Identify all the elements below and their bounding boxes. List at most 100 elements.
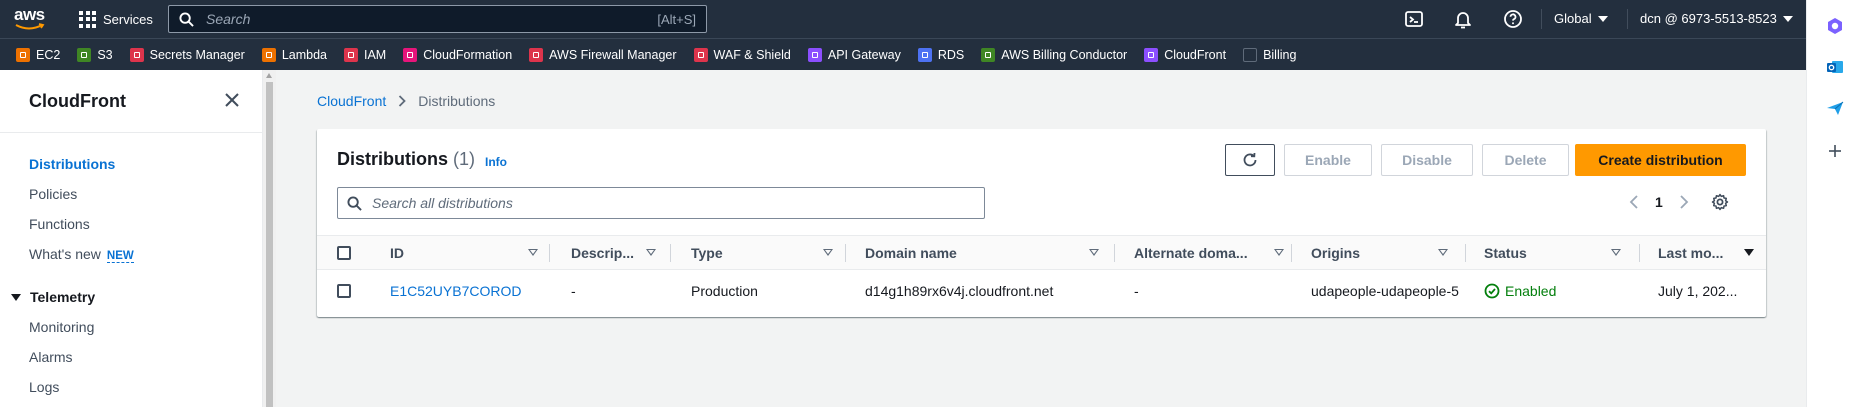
region-selector[interactable]: Global xyxy=(1554,11,1608,26)
column-resizer[interactable] xyxy=(670,244,671,262)
aws-logo[interactable]: aws xyxy=(14,6,48,32)
notifications-bell-icon[interactable] xyxy=(1453,9,1473,29)
chevron-down-icon xyxy=(1597,15,1608,22)
favorite-rds[interactable]: RDS xyxy=(917,47,964,62)
column-header-type[interactable]: Type xyxy=(691,236,839,270)
sidebar-item-alarms[interactable]: Alarms xyxy=(29,349,73,365)
favorite-label: EC2 xyxy=(36,47,61,62)
cloudshell-icon[interactable] xyxy=(1404,9,1424,29)
table-row[interactable]: E1C52UYB7COROD - Production d14g1h89rx6v… xyxy=(317,271,1766,311)
lambda-service-icon xyxy=(261,47,276,62)
column-resizer[interactable] xyxy=(549,244,550,262)
side-navigation: CloudFront Distributions Policies Functi… xyxy=(0,70,263,407)
cell-description: - xyxy=(571,283,576,299)
column-label: Domain name xyxy=(865,245,957,261)
distribution-search-input[interactable] xyxy=(362,195,984,211)
sidebar-item-whats-new[interactable]: What's new NEW xyxy=(29,246,134,263)
column-header-domain-name[interactable]: Domain name xyxy=(865,236,1105,270)
outlook-icon[interactable] xyxy=(1826,58,1844,76)
sidenav-title: CloudFront xyxy=(29,91,126,111)
favorite-iam[interactable]: IAM xyxy=(344,47,386,62)
close-icon[interactable] xyxy=(224,92,240,108)
column-header-last-modified[interactable]: Last mo... xyxy=(1658,236,1754,270)
s3-service-icon xyxy=(77,47,92,62)
cell-status: Enabled xyxy=(1484,271,1556,311)
pagination: 1 xyxy=(1629,193,1729,211)
table-header: ID Descrip... Type Domain name Alternate… xyxy=(317,236,1766,270)
column-resizer[interactable] xyxy=(1114,244,1115,262)
chevron-right-icon[interactable] xyxy=(1679,195,1689,209)
refresh-button[interactable] xyxy=(1225,144,1275,176)
column-label: Alternate doma... xyxy=(1134,245,1248,261)
column-header-origins[interactable]: Origins xyxy=(1311,236,1451,270)
column-header-status[interactable]: Status xyxy=(1484,236,1624,270)
chevron-left-icon[interactable] xyxy=(1629,195,1639,209)
distribution-id-link[interactable]: E1C52UYB7COROD xyxy=(390,271,522,311)
column-resizer[interactable] xyxy=(1639,244,1640,262)
favorite-cloudfront[interactable]: CloudFront xyxy=(1144,47,1226,62)
delete-button[interactable]: Delete xyxy=(1482,144,1569,176)
help-icon[interactable] xyxy=(1503,9,1523,29)
column-header-description[interactable]: Descrip... xyxy=(571,236,656,270)
sidebar-item-policies[interactable]: Policies xyxy=(29,186,77,202)
ec2-service-icon xyxy=(16,47,30,62)
favorite-cloudformation[interactable]: CloudFormation xyxy=(403,47,512,62)
scroll-up-arrow-icon[interactable] xyxy=(266,73,272,78)
breadcrumb: CloudFront Distributions xyxy=(317,93,495,109)
column-resizer[interactable] xyxy=(845,244,846,262)
sidebar-item-functions[interactable]: Functions xyxy=(29,216,90,232)
favorites-bar: EC2 S3 Secrets Manager Lambda IAM CloudF… xyxy=(0,38,1806,70)
favorite-s3[interactable]: S3 xyxy=(77,47,113,62)
waf-shield-service-icon xyxy=(693,47,708,62)
favorite-label: API Gateway xyxy=(827,47,901,62)
services-menu-button[interactable]: Services xyxy=(79,9,153,29)
sort-icon xyxy=(1274,249,1284,256)
search-icon xyxy=(179,11,194,27)
favorite-secrets-manager[interactable]: Secrets Manager xyxy=(129,47,245,62)
cell-type: Production xyxy=(691,283,758,299)
column-header-alternate-domain[interactable]: Alternate doma... xyxy=(1134,236,1289,270)
disable-button[interactable]: Disable xyxy=(1381,144,1473,176)
page-number[interactable]: 1 xyxy=(1655,194,1663,210)
gear-icon[interactable] xyxy=(1711,193,1729,211)
info-link[interactable]: Info xyxy=(485,155,507,169)
global-search-box[interactable]: [Alt+S] xyxy=(168,5,707,33)
enable-button[interactable]: Enable xyxy=(1284,144,1372,176)
sidebar-item-logs[interactable]: Logs xyxy=(29,379,59,395)
favorite-lambda[interactable]: Lambda xyxy=(261,47,327,62)
favorite-firewall-manager[interactable]: AWS Firewall Manager xyxy=(529,47,677,62)
column-label: Origins xyxy=(1311,245,1361,261)
favorite-api-gateway[interactable]: API Gateway xyxy=(807,47,901,62)
global-search-input[interactable] xyxy=(194,11,658,27)
topbar-divider xyxy=(1627,9,1628,29)
breadcrumb-current: Distributions xyxy=(418,93,496,109)
column-header-id[interactable]: ID xyxy=(390,236,538,270)
scrollbar-thumb[interactable] xyxy=(266,82,273,407)
favorite-waf-shield[interactable]: WAF & Shield xyxy=(693,47,791,62)
search-shortcut-hint: [Alt+S] xyxy=(657,11,696,27)
sidebar-item-monitoring[interactable]: Monitoring xyxy=(29,319,94,335)
sidebar-item-distributions[interactable]: Distributions xyxy=(29,156,115,172)
top-navigation-bar: aws Services [Alt+S] Global xyxy=(0,0,1806,38)
favorite-label: Lambda xyxy=(281,47,327,62)
column-resizer[interactable] xyxy=(1465,244,1466,262)
copilot-icon[interactable] xyxy=(1826,17,1844,35)
aws-logo-text: aws xyxy=(14,5,45,24)
favorite-ec2[interactable]: EC2 xyxy=(16,47,61,62)
favorite-billing[interactable]: Billing xyxy=(1243,47,1296,62)
sidenav-scrollbar[interactable] xyxy=(263,70,276,407)
column-label: Type xyxy=(691,245,723,261)
row-checkbox[interactable] xyxy=(337,284,351,298)
column-resizer[interactable] xyxy=(1291,244,1292,262)
add-icon[interactable] xyxy=(1826,142,1844,160)
send-icon[interactable] xyxy=(1826,99,1844,117)
favorite-billing-conductor[interactable]: AWS Billing Conductor xyxy=(981,47,1127,62)
distribution-search-box[interactable] xyxy=(337,187,985,219)
breadcrumb-cloudfront[interactable]: CloudFront xyxy=(317,93,386,109)
select-all-checkbox[interactable] xyxy=(337,246,351,260)
api-gateway-service-icon xyxy=(807,47,822,62)
account-menu[interactable]: dcn @ 6973-5513-8523 xyxy=(1640,11,1793,26)
sidebar-section-telemetry[interactable]: Telemetry xyxy=(11,289,95,305)
favorite-label: AWS Firewall Manager xyxy=(549,47,677,62)
create-distribution-button[interactable]: Create distribution xyxy=(1575,144,1746,176)
